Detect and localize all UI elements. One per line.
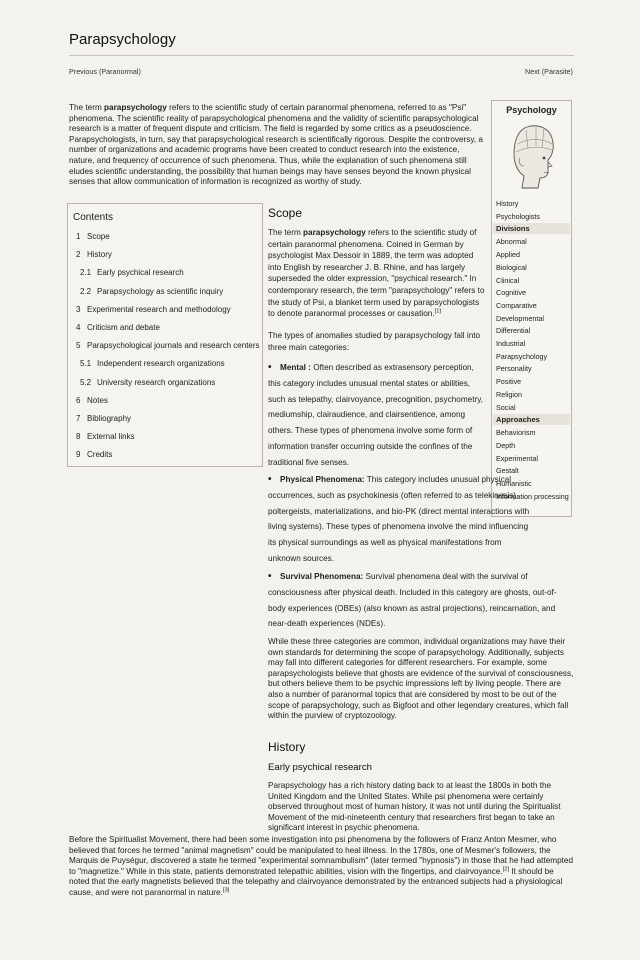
toc-number: 2.1 (80, 268, 92, 278)
toc-item[interactable]: 5.2 University research organizations (80, 377, 215, 389)
toc-number: 9 (76, 450, 81, 460)
infobox-link[interactable]: Social (496, 403, 516, 412)
previous-link[interactable]: Previous (Paranormal) (69, 66, 141, 78)
toc-number: 5.1 (80, 359, 92, 369)
history-paragraph-2: Before the Spiritualist Movement, there … (69, 835, 574, 899)
toc-label: External links (87, 432, 135, 442)
history-heading: History (268, 740, 306, 754)
bullet-survival: Survival Phenomena: Survival phenomena d… (268, 569, 574, 632)
infobox-section-heading: Divisions (493, 223, 570, 235)
scope-paragraph-2: The types of anomalies studied by paraps… (268, 331, 481, 352)
infobox-link[interactable]: Biological (496, 263, 527, 272)
infobox-link[interactable]: Parapsychology (496, 352, 547, 361)
scope-paragraph-1: The term parapsychology refers to the sc… (268, 227, 486, 320)
toc-number: 1 (76, 232, 81, 241)
toc-label: Notes (87, 395, 108, 405)
infobox-section-heading: Approaches (493, 414, 570, 426)
toc-label: Experimental research and methodology (87, 304, 231, 314)
toc-number: 2.2 (80, 286, 92, 296)
toc-label: Independent research organizations (97, 359, 225, 369)
infobox-link[interactable]: Differential (496, 326, 530, 335)
infobox-link[interactable]: Applied (496, 250, 520, 259)
bullet-physical: Physical Phenomena: This category includ… (268, 472, 536, 567)
toc-item[interactable]: 7 Bibliography (76, 413, 131, 425)
toc-label: History (87, 250, 112, 260)
toc-item[interactable]: 5 Parapsychological journals and research… (76, 340, 260, 352)
toc-item[interactable]: 8 External links (76, 431, 135, 443)
intro-paragraph: The term parapsychology refers to the sc… (69, 103, 487, 188)
intro-text-post: refers to the scientific study of certai… (69, 103, 483, 187)
infobox-link[interactable]: Behaviorism (496, 428, 536, 437)
toc-label: Parapsychological journals and research … (87, 341, 260, 351)
toc-number: 3 (76, 304, 81, 314)
toc-item[interactable]: 2 History (76, 249, 112, 261)
toc-number: 6 (76, 395, 81, 405)
infobox-link[interactable]: Psychologists (496, 212, 540, 221)
toc-label: Bibliography (87, 414, 132, 423)
scope-p1-post: refers to the scientific study of certai… (268, 228, 485, 319)
bullet-mental-label: Mental : (280, 363, 311, 372)
toc-item[interactable]: 4 Criticism and debate (76, 322, 160, 334)
scope-p1-pre: The term (268, 228, 304, 237)
history-paragraph-1: Parapsychology has a rich history dating… (268, 781, 561, 833)
toc-number: 8 (76, 432, 81, 442)
infobox-link[interactable]: Depth (496, 441, 515, 450)
scope-paragraph-3: While these three categories are common,… (268, 637, 574, 721)
toc-item[interactable]: 2.1 Early psychical research (80, 267, 184, 279)
toc-label: Scope (87, 232, 110, 241)
toc-title: Contents (73, 212, 114, 223)
infobox-link[interactable]: Developmental (496, 314, 544, 323)
infobox-link[interactable]: Comparative (496, 301, 537, 310)
intro-text-pre: The term (69, 103, 105, 112)
toc-item[interactable]: 2.2 Parapsychology as scientific inquiry (80, 286, 223, 298)
scope-p1-term: parapsychology (303, 228, 366, 237)
intro-term: parapsychology (104, 103, 167, 112)
infobox-link[interactable]: Industrial (496, 339, 525, 348)
bullet-physical-text: This category includes unusual physical … (268, 475, 530, 563)
citation-link[interactable]: [1] (435, 308, 441, 315)
bullet-physical-label: Physical Phenomena: (280, 475, 365, 484)
page-title: Parapsychology (69, 31, 176, 48)
toc-item[interactable]: 9 Credits (76, 449, 112, 461)
bullet-survival-label: Survival Phenomena: (280, 572, 364, 581)
toc-item[interactable]: 3 Experimental research and methodology (76, 304, 231, 316)
phrenology-head-image (502, 118, 562, 194)
toc-label: Criticism and debate (87, 323, 160, 332)
citation-link[interactable]: [3] (223, 887, 229, 893)
scope-heading: Scope (268, 206, 303, 220)
toc-number: 2 (76, 250, 81, 260)
infobox-link[interactable]: Positive (496, 377, 521, 386)
toc-number: 5.2 (80, 377, 92, 387)
toc-label: Early psychical research (97, 268, 184, 278)
toc-number: 7 (76, 414, 81, 423)
infobox-link[interactable]: Religion (496, 390, 522, 399)
toc-label: University research organizations (97, 377, 216, 387)
toc-item[interactable]: 6 Notes (76, 395, 108, 407)
toc-label: Credits (87, 450, 113, 460)
toc-number: 4 (76, 323, 81, 332)
early-psychical-research-heading: Early psychical research (268, 762, 372, 773)
title-rule (69, 55, 574, 56)
infobox-link[interactable]: Personality (496, 364, 532, 373)
infobox-link[interactable]: Experimental (496, 454, 538, 463)
bullet-mental: Mental : Often described as extrasensory… (268, 360, 486, 471)
psychology-infobox: Psychology History Psychologists Divisions… (491, 100, 572, 517)
infobox-link[interactable]: Abnormal (496, 237, 527, 246)
infobox-title: Psychology (506, 105, 557, 115)
history-p2-text-a: Before the Spiritualist Movement, there … (69, 835, 574, 876)
next-link[interactable]: Next (Parasite) (525, 66, 573, 78)
infobox-link[interactable]: History (496, 199, 518, 208)
toc-number: 5 (76, 341, 81, 351)
bullet-mental-text: Often described as extrasensory percepti… (268, 363, 483, 467)
toc-item[interactable]: 1 Scope (76, 231, 110, 243)
toc-item[interactable]: 5.1 Independent research organizations (80, 358, 225, 370)
toc-label: Parapsychology as scientific inquiry (97, 286, 224, 296)
table-of-contents: Contents 1 Scope 2 History 2.1 Early psychica… (67, 203, 263, 467)
infobox-link[interactable]: Clinical (496, 276, 519, 285)
infobox-link[interactable]: Cognitive (496, 288, 526, 297)
